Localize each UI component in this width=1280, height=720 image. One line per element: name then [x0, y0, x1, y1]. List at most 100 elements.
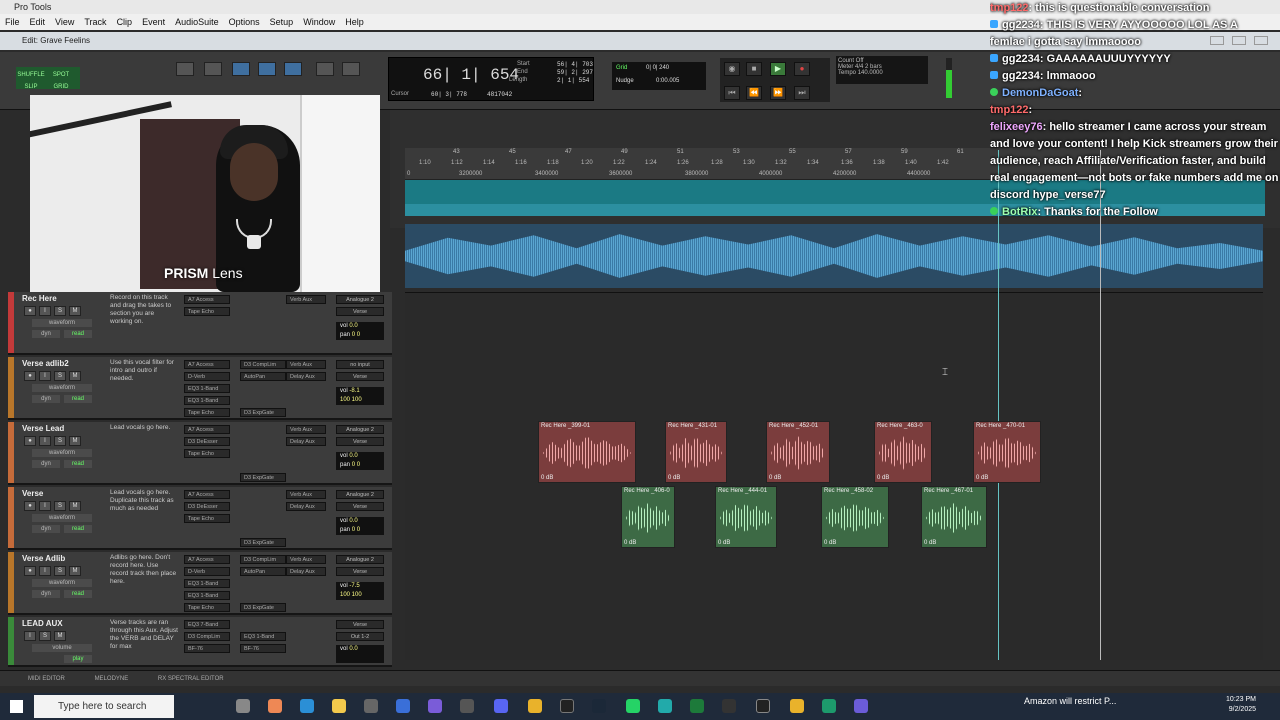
- steam-icon[interactable]: [592, 699, 606, 713]
- record-arm-button[interactable]: ●: [24, 436, 36, 446]
- audio-clip[interactable]: Rec Here _463-0 0 dB: [874, 421, 932, 483]
- insert-slot[interactable]: Tape Echo: [184, 449, 230, 458]
- edit-canvas[interactable]: [405, 292, 1263, 660]
- audio-clip[interactable]: Rec Here _458-02 0 dB: [821, 486, 889, 548]
- tempo-value[interactable]: 140.0000: [858, 70, 883, 76]
- tab-melodyne[interactable]: MELODYNE: [95, 676, 129, 682]
- insert-slot[interactable]: D3 ExpGate: [240, 408, 286, 417]
- dyn-selector[interactable]: dyn: [32, 525, 60, 533]
- track-verse-lead[interactable]: Verse Lead ● I S M waveform dyn read Lead v…: [8, 422, 392, 485]
- pencil-tool-icon[interactable]: [342, 62, 360, 76]
- end-value[interactable]: 59| 2| 297: [557, 69, 593, 76]
- app-icon[interactable]: [428, 699, 442, 713]
- automation-mode[interactable]: read: [64, 590, 92, 598]
- dyn-selector[interactable]: dyn: [32, 330, 60, 338]
- mute-button[interactable]: M: [69, 371, 81, 381]
- mute-button[interactable]: M: [69, 566, 81, 576]
- tab-rx-spectral-editor[interactable]: RX SPECTRAL EDITOR: [158, 676, 224, 682]
- clip-gain[interactable]: 0 dB: [924, 540, 936, 546]
- record-arm-button[interactable]: ●: [24, 501, 36, 511]
- record-arm-button[interactable]: ●: [24, 306, 36, 316]
- insert-slot[interactable]: D3 ExpGate: [240, 473, 286, 482]
- whatsapp-icon[interactable]: [626, 699, 640, 713]
- audio-clip[interactable]: Rec Here _406-0 0 dB: [621, 486, 675, 548]
- mode-slip[interactable]: SLIP: [16, 84, 46, 90]
- dyn-selector[interactable]: dyn: [32, 590, 60, 598]
- send-slot[interactable]: Verb Aux: [286, 295, 326, 304]
- volume-pan-display[interactable]: vol 0.0 pan 0 0: [336, 452, 384, 470]
- audio-clip[interactable]: Rec Here _431-01 0 dB: [665, 421, 727, 483]
- menu-clip[interactable]: Clip: [112, 14, 138, 30]
- solo-button[interactable]: S: [54, 371, 66, 381]
- main-counter[interactable]: 66| 1| 654 Start 56| 4| 703 End 59| 2| 2…: [388, 57, 594, 101]
- track-comment[interactable]: Lead vocals go here. Duplicate this trac…: [110, 489, 178, 513]
- fast-forward-button[interactable]: ⏩: [770, 86, 786, 100]
- chrome-icon[interactable]: [528, 699, 542, 713]
- grabber-tool-icon[interactable]: [284, 62, 302, 76]
- mode-spot[interactable]: SPOT: [46, 72, 76, 78]
- insert-slot[interactable]: D3 ExpGate: [240, 538, 286, 547]
- track-name[interactable]: LEAD AUX: [22, 619, 63, 628]
- track-name[interactable]: Verse Adlib: [22, 554, 65, 563]
- app-icon[interactable]: [460, 699, 474, 713]
- audio-clip[interactable]: Rec Here _467-01 0 dB: [921, 486, 987, 548]
- insert-slot[interactable]: EQ3 1-Band: [184, 579, 230, 588]
- input-monitor-button[interactable]: I: [24, 631, 36, 641]
- stop-button[interactable]: ■: [746, 62, 762, 76]
- insert-slot[interactable]: Tape Echo: [184, 408, 230, 417]
- send-slot[interactable]: Verb Aux: [286, 490, 326, 499]
- track-view-selector[interactable]: waveform: [32, 319, 92, 327]
- volume-pan-display[interactable]: vol -8.1 100 100: [336, 387, 384, 405]
- input-selector[interactable]: Analogue 2: [336, 425, 384, 434]
- automation-mode[interactable]: read: [64, 525, 92, 533]
- record-button[interactable]: ●: [794, 62, 810, 76]
- file-explorer-icon[interactable]: [332, 699, 346, 713]
- app-icon[interactable]: [268, 699, 282, 713]
- track-view-selector[interactable]: waveform: [32, 514, 92, 522]
- insert-slot[interactable]: D3 ExpGate: [240, 603, 286, 612]
- send-slot[interactable]: Verb Aux: [286, 555, 326, 564]
- track-comment[interactable]: Adlibs go here. Don't record here. Use r…: [110, 554, 178, 586]
- audio-clip[interactable]: Rec Here _444-01 0 dB: [715, 486, 777, 548]
- output-selector[interactable]: Verse: [336, 437, 384, 446]
- solo-button[interactable]: S: [54, 501, 66, 511]
- menu-help[interactable]: Help: [340, 14, 369, 30]
- insert-slot[interactable]: D-Verb: [184, 567, 230, 576]
- track-name[interactable]: Verse adlib2: [22, 359, 69, 368]
- record-arm-button[interactable]: ●: [24, 371, 36, 381]
- volume-pan-display[interactable]: vol -7.5 100 100: [336, 582, 384, 600]
- insert-slot[interactable]: BF-76: [184, 644, 230, 653]
- epic-games-icon[interactable]: [756, 699, 770, 713]
- output-selector[interactable]: Out 1-2: [336, 632, 384, 641]
- output-selector[interactable]: Verse: [336, 567, 384, 576]
- edge-icon[interactable]: [300, 699, 314, 713]
- pro-tools-icon[interactable]: [560, 699, 574, 713]
- track-verse-adlib2[interactable]: Verse adlib2 ● I S M waveform dyn read Use …: [8, 357, 392, 420]
- menu-window[interactable]: Window: [298, 14, 340, 30]
- dyn-selector[interactable]: dyn: [32, 460, 60, 468]
- clip-gain[interactable]: 0 dB: [718, 540, 730, 546]
- taskbar-notification[interactable]: Amazon will restrict P...: [1024, 696, 1116, 706]
- tab-midi-editor[interactable]: MIDI EDITOR: [28, 676, 65, 682]
- clip-gain[interactable]: 0 dB: [668, 475, 680, 481]
- send-slot[interactable]: Verb Aux: [286, 425, 326, 434]
- end-button[interactable]: ⏭: [794, 86, 810, 100]
- chrome-icon[interactable]: [822, 699, 836, 713]
- app-icon[interactable]: [854, 699, 868, 713]
- send-slot[interactable]: Delay Aux: [286, 567, 326, 576]
- edit-mode-selector[interactable]: SHUFFLE SPOTSLIP GRID: [16, 67, 80, 90]
- clip-gain[interactable]: 0 dB: [624, 540, 636, 546]
- insert-slot[interactable]: A7 Access: [184, 360, 230, 369]
- automation-mode[interactable]: read: [64, 460, 92, 468]
- menu-setup[interactable]: Setup: [265, 14, 299, 30]
- output-selector[interactable]: Verse: [336, 502, 384, 511]
- clip-gain[interactable]: 0 dB: [877, 475, 889, 481]
- insert-slot[interactable]: EQ3 1-Band: [184, 384, 230, 393]
- input-monitor-button[interactable]: I: [39, 436, 51, 446]
- count-off-panel[interactable]: Count Off Meter 4/4 2 bars Tempo 140.000…: [836, 56, 928, 84]
- send-slot[interactable]: Delay Aux: [286, 502, 326, 511]
- insert-slot[interactable]: EQ3 7-Band: [184, 620, 230, 629]
- audio-clip[interactable]: Rec Here _399-01 0 dB: [538, 421, 636, 483]
- track-comment[interactable]: Use this vocal filter for intro and outr…: [110, 359, 178, 383]
- automation-mode[interactable]: read: [64, 395, 92, 403]
